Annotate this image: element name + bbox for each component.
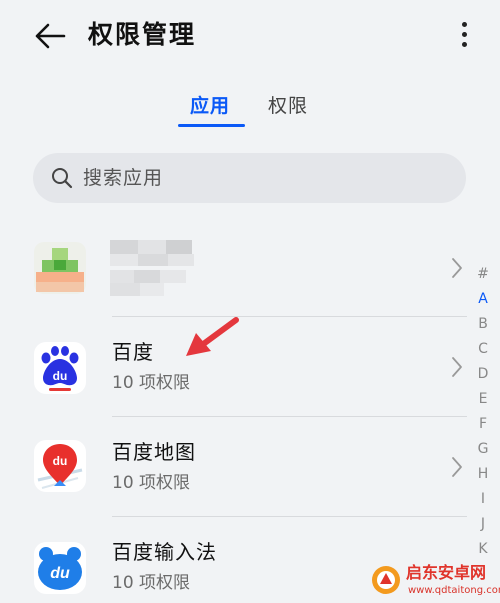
list-item-blurred-app[interactable]: [0, 218, 462, 318]
index-letter-e[interactable]: E: [474, 387, 492, 412]
blurred-app-subtitle: [110, 270, 186, 296]
svg-text:du: du: [53, 369, 68, 383]
index-letter-h[interactable]: H: [474, 462, 492, 487]
list-divider: [112, 416, 467, 417]
index-letter-d[interactable]: D: [474, 362, 492, 387]
index-letter-f[interactable]: F: [474, 412, 492, 437]
tab-permissions[interactable]: 权限: [268, 92, 308, 120]
app-bar: 权限管理: [0, 0, 500, 72]
svg-text:du: du: [50, 565, 70, 582]
app-name: 百度地图: [112, 440, 196, 464]
index-letter-b[interactable]: B: [474, 312, 492, 337]
list-item-baidu-map[interactable]: du 百度地图 10 项权限: [0, 418, 462, 518]
index-letter-c[interactable]: C: [474, 337, 492, 362]
chevron-right-icon: [452, 457, 462, 477]
annotation-arrow-icon: [186, 317, 239, 356]
index-letter-hash[interactable]: #: [474, 262, 492, 287]
index-letter-j[interactable]: J: [474, 512, 492, 537]
chevron-right-icon: [452, 357, 462, 377]
list-divider: [112, 516, 467, 517]
back-button[interactable]: [30, 16, 70, 56]
arrow-left-icon: [35, 23, 66, 49]
baidu-map-icon: du: [34, 440, 86, 492]
tab-bar: 应用 权限: [0, 88, 500, 132]
list-divider: [112, 316, 467, 317]
watermark: 启东安卓网 www.qdtaitong.com: [370, 562, 500, 602]
page-title: 权限管理: [88, 20, 197, 49]
index-letter-a[interactable]: A: [474, 287, 492, 312]
chevron-right-icon: [452, 258, 462, 278]
watermark-url: www.qdtaitong.com: [408, 585, 500, 596]
search-placeholder: 搜索应用: [83, 167, 164, 189]
baidu-input-icon: du: [34, 542, 86, 594]
search-icon: [52, 168, 73, 189]
watermark-title: 启东安卓网: [406, 563, 487, 582]
active-tab-indicator: [178, 124, 245, 127]
tab-apps[interactable]: 应用: [190, 92, 230, 120]
permission-count: 10 项权限: [112, 473, 191, 493]
permission-count: 10 项权限: [112, 373, 191, 393]
app-name: 百度: [112, 340, 154, 364]
watermark-logo-icon: [372, 566, 400, 594]
blurred-app-icon: [34, 242, 86, 294]
more-vertical-icon: [461, 21, 467, 27]
baidu-icon: du: [34, 342, 86, 394]
more-options-button[interactable]: [454, 14, 474, 54]
svg-text:du: du: [53, 454, 68, 468]
index-letter-i[interactable]: I: [474, 487, 492, 512]
alphabet-index-bar[interactable]: # A B C D E F G H I J K: [474, 262, 492, 562]
app-name: 百度输入法: [112, 540, 217, 564]
permission-manager-screen: 权限管理 应用 权限 搜索应用 du 百度 10 项权限 du 百度地图 10 …: [0, 0, 500, 603]
blurred-app-name: [110, 240, 200, 266]
index-letter-k[interactable]: K: [474, 537, 492, 562]
search-input[interactable]: 搜索应用: [33, 153, 466, 203]
permission-count: 10 项权限: [112, 573, 191, 593]
index-letter-g[interactable]: G: [474, 437, 492, 462]
